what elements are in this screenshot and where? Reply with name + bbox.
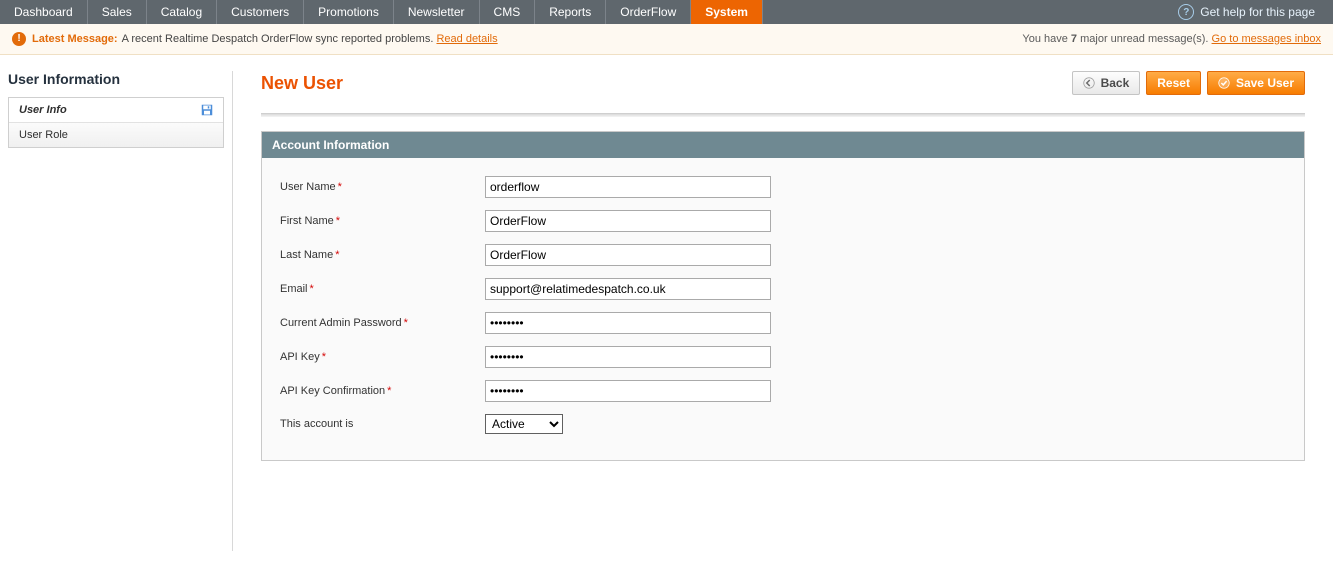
warning-icon: ! (12, 32, 26, 46)
user-name-input[interactable] (485, 176, 771, 198)
message-bar: ! Latest Message: A recent Realtime Desp… (0, 24, 1333, 55)
password-label: Current Admin Password (280, 317, 402, 329)
latest-message-text: A recent Realtime Despatch OrderFlow syn… (122, 33, 434, 45)
account-info-panel: Account Information User Name* First Nam… (261, 131, 1305, 461)
tab-user-role[interactable]: User Role (9, 123, 223, 147)
top-nav: Dashboard Sales Catalog Customers Promot… (0, 0, 1333, 24)
back-button[interactable]: Back (1072, 71, 1141, 95)
sidebar-title: User Information (8, 71, 224, 87)
required-asterisk: * (335, 249, 339, 261)
help-link[interactable]: ? Get help for this page (1160, 0, 1333, 24)
required-asterisk: * (322, 351, 326, 363)
save-user-button[interactable]: Save User (1207, 71, 1305, 95)
email-label: Email (280, 283, 308, 295)
nav-sales[interactable]: Sales (88, 0, 147, 24)
password-input[interactable] (485, 312, 771, 334)
messages-inbox-link[interactable]: Go to messages inbox (1212, 33, 1321, 45)
api-key-label: API Key (280, 351, 320, 363)
nav-customers[interactable]: Customers (217, 0, 304, 24)
nav-orderflow[interactable]: OrderFlow (606, 0, 691, 24)
user-name-label: User Name (280, 181, 336, 193)
nav-catalog[interactable]: Catalog (147, 0, 217, 24)
tab-user-info-label: User Info (19, 104, 67, 116)
nav-cms[interactable]: CMS (480, 0, 536, 24)
required-asterisk: * (404, 317, 408, 329)
help-icon: ? (1178, 4, 1194, 20)
nav-dashboard[interactable]: Dashboard (0, 0, 88, 24)
tab-user-info[interactable]: User Info (9, 98, 223, 123)
latest-message-label: Latest Message: (32, 33, 118, 45)
account-status-select[interactable]: Active (485, 414, 563, 434)
panel-title: Account Information (262, 132, 1304, 158)
nav-reports[interactable]: Reports (535, 0, 606, 24)
page-title: New User (261, 73, 343, 94)
last-name-label: Last Name (280, 249, 333, 261)
reset-button[interactable]: Reset (1146, 71, 1201, 95)
nav-newsletter[interactable]: Newsletter (394, 0, 480, 24)
api-key-confirm-label: API Key Confirmation (280, 385, 385, 397)
back-arrow-icon (1083, 77, 1095, 89)
nav-system[interactable]: System (691, 0, 763, 24)
sidebar-tabs: User Info User Role (8, 97, 224, 148)
save-icon (201, 104, 213, 116)
first-name-label: First Name (280, 215, 334, 227)
api-key-input[interactable] (485, 346, 771, 368)
unread-messages: You have 7 major unread message(s). Go t… (1022, 33, 1321, 45)
api-key-confirm-input[interactable] (485, 380, 771, 402)
required-asterisk: * (387, 385, 391, 397)
first-name-input[interactable] (485, 210, 771, 232)
title-underline (261, 113, 1305, 117)
email-input[interactable] (485, 278, 771, 300)
required-asterisk: * (338, 181, 342, 193)
account-status-label: This account is (280, 418, 353, 430)
tab-user-role-label: User Role (19, 129, 68, 141)
read-details-link[interactable]: Read details (436, 33, 497, 45)
required-asterisk: * (310, 283, 314, 295)
last-name-input[interactable] (485, 244, 771, 266)
nav-promotions[interactable]: Promotions (304, 0, 394, 24)
required-asterisk: * (336, 215, 340, 227)
check-circle-icon (1218, 77, 1230, 89)
help-label: Get help for this page (1200, 5, 1315, 19)
